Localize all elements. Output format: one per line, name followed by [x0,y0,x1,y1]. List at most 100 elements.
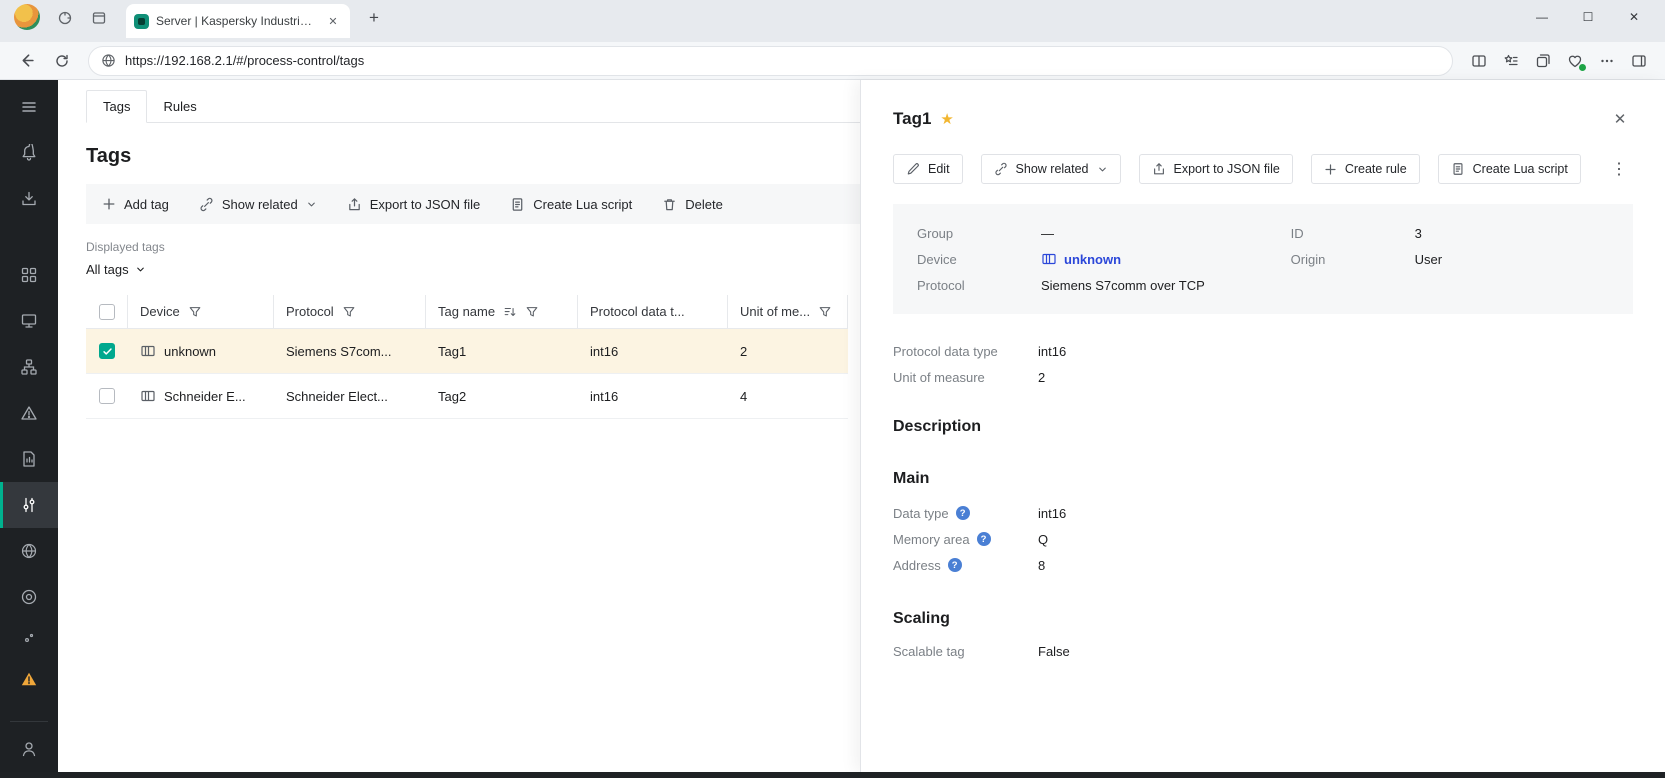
panel-title: Tag1 [893,109,931,129]
app-area: Tags Rules Tags Add tag Show related Exp… [0,80,1665,772]
tags-filter-dropdown[interactable]: All tags [86,262,146,277]
col-tag-name[interactable]: Tag name [426,295,578,328]
favorite-star-icon[interactable]: ★ [940,110,953,128]
download-updates-icon[interactable] [0,176,58,222]
displayed-tags-label: Displayed tags [86,240,860,254]
browser-tab-title: Server | Kaspersky Industrial Cybe [156,14,317,28]
create-rule-button[interactable]: Create rule [1311,154,1420,184]
target-icon[interactable] [0,574,58,620]
export-json-button[interactable]: Export to JSON file [1139,154,1293,184]
device-icon [140,388,156,404]
browser-essentials-icon[interactable] [1559,46,1591,76]
sidebar-divider [10,721,48,722]
network-map-icon[interactable] [0,344,58,390]
show-related-button[interactable]: Show related [981,154,1121,184]
main-section: Data type ? int16 Memory area ? Q Addres… [893,500,1633,578]
row-checkbox[interactable] [86,388,128,404]
maximize-button[interactable]: ☐ [1565,0,1611,34]
filter-icon[interactable] [342,305,356,319]
close-panel-icon[interactable]: ✕ [1607,106,1633,132]
dots-icon[interactable] [0,620,58,656]
help-icon[interactable]: ? [948,558,962,572]
table-header: Device Protocol Tag name Protocol data t… [86,295,848,329]
page-title: Tags [86,145,860,168]
delete-button[interactable]: Delete [662,197,723,212]
refresh-icon[interactable] [46,46,78,76]
split-screen-icon[interactable] [1463,46,1495,76]
url-input[interactable]: https://192.168.2.1/#/process-control/ta… [88,46,1453,76]
filter-icon[interactable] [188,305,202,319]
protocol-label: Protocol [917,278,1041,293]
site-info-icon[interactable] [101,53,116,68]
favorites-icon[interactable] [1495,46,1527,76]
scaling-section-title: Scaling [893,610,1633,628]
chevron-down-icon [1097,164,1108,175]
create-lua-script-button[interactable]: Create Lua script [1438,154,1581,184]
new-tab-button[interactable]: + [360,4,388,32]
cell-data-type: int16 [578,389,728,404]
create-lua-script-button[interactable]: Create Lua script [510,197,632,212]
window-bottom-edge [0,772,1665,778]
minimize-button[interactable]: — [1519,0,1565,34]
tab-close-icon[interactable]: ✕ [324,12,342,30]
cell-protocol: Schneider Elect... [274,389,426,404]
browser-window: Server | Kaspersky Industrial Cybe ✕ + —… [0,0,1665,778]
row-checkbox[interactable] [86,343,128,359]
reports-file-icon[interactable] [0,436,58,482]
col-protocol-data-type[interactable]: Protocol data t... [578,295,728,328]
description-section-title: Description [893,418,1633,436]
menu-icon[interactable] [0,84,58,130]
tab-actions-icon[interactable] [84,3,114,33]
device-link[interactable]: unknown [1041,251,1121,267]
help-icon[interactable]: ? [977,532,991,546]
notifications-bell-icon[interactable] [0,130,58,176]
add-tag-button[interactable]: Add tag [102,197,169,212]
cell-device: Schneider E... [128,388,274,404]
select-all-checkbox[interactable] [86,295,128,328]
user-account-icon[interactable] [0,726,58,772]
filter-icon[interactable] [525,305,539,319]
tab-rules[interactable]: Rules [147,91,212,122]
table-row[interactable]: unknown Siemens S7com... Tag1 int16 2 [86,329,848,374]
protocol-value: Siemens S7comm over TCP [1041,278,1205,293]
scaling-section: Scalable tag False [893,638,1633,664]
device-label: Device [917,252,1041,267]
collections-icon[interactable] [1527,46,1559,76]
workspaces-icon[interactable] [50,3,80,33]
filter-icon[interactable] [818,305,832,319]
help-icon[interactable]: ? [956,506,970,520]
edit-button[interactable]: Edit [893,154,963,184]
cell-unit: 2 [728,344,848,359]
alert-warning-icon[interactable] [0,656,58,702]
view-tabs: Tags Rules [86,90,860,123]
close-window-button[interactable]: ✕ [1611,0,1657,34]
chevron-down-icon [135,264,146,275]
export-json-button[interactable]: Export to JSON file [347,197,481,212]
id-label: ID [1291,226,1415,241]
dashboard-grid-icon[interactable] [0,252,58,298]
col-device[interactable]: Device [128,295,274,328]
sort-ascending-icon[interactable] [503,305,517,319]
col-unit-of-measure[interactable]: Unit of me... [728,295,848,328]
protocol-data-type-value: int16 [1038,344,1066,359]
web-globe-icon[interactable] [0,528,58,574]
browser-tab[interactable]: Server | Kaspersky Industrial Cybe ✕ [126,4,350,38]
cell-unit: 4 [728,389,848,404]
overflow-menu-icon[interactable]: ⋮ [1605,155,1633,183]
col-protocol[interactable]: Protocol [274,295,426,328]
process-control-sliders-icon[interactable] [0,482,58,528]
protocol-data-type-label: Protocol data type [893,344,1038,359]
settings-more-icon[interactable] [1591,46,1623,76]
copilot-sidebar-icon[interactable] [1623,46,1655,76]
profile-avatar[interactable] [14,4,40,30]
show-related-button[interactable]: Show related [199,197,317,212]
back-icon[interactable] [10,46,42,76]
group-value: — [1041,226,1054,241]
device-icon [140,343,156,359]
memory-area-value: Q [1038,532,1048,547]
group-label: Group [917,226,1041,241]
tab-tags[interactable]: Tags [86,90,147,123]
table-row[interactable]: Schneider E... Schneider Elect... Tag2 i… [86,374,848,419]
assets-monitor-icon[interactable] [0,298,58,344]
events-warning-icon[interactable] [0,390,58,436]
